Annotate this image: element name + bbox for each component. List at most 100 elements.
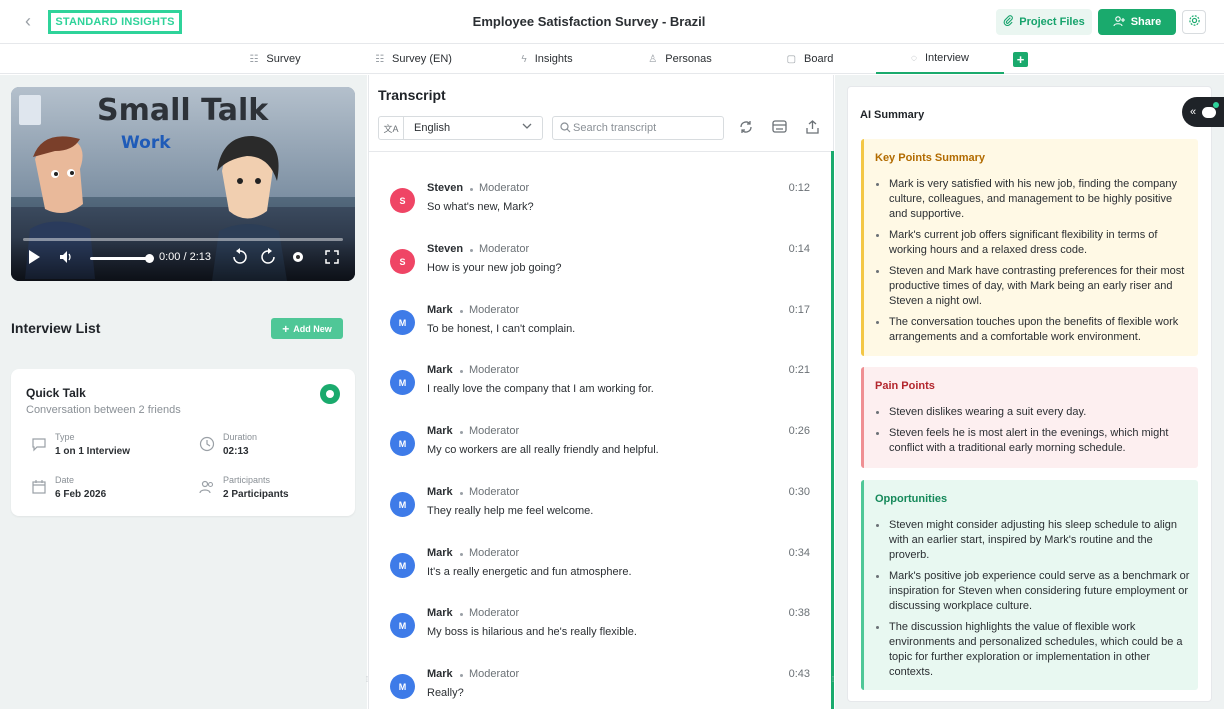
fullscreen-icon[interactable] (325, 250, 339, 267)
users-icon (199, 479, 215, 495)
project-files-label: Project Files (1019, 16, 1085, 28)
separator-dot (470, 249, 473, 252)
transcript-message[interactable]: M Mark Moderator 0:21 I really love the comp… (390, 364, 810, 414)
ai-summary-card: AI Summary Key Points Summary Mark is ve… (847, 86, 1212, 702)
timestamp[interactable]: 0:14 (789, 243, 810, 255)
tab-label: Board (804, 53, 834, 65)
notification-dot (1213, 102, 1219, 108)
project-files-button[interactable]: Project Files (996, 9, 1092, 35)
search-icon (560, 122, 571, 133)
share-button[interactable]: Share (1098, 9, 1176, 35)
transcript-message[interactable]: S Steven Moderator 0:14 How is your new job … (390, 243, 810, 293)
tab-board[interactable]: ▢ Board (780, 44, 840, 74)
date-value: 6 Feb 2026 (55, 489, 107, 500)
speaker-name: Mark (427, 425, 453, 437)
separator-dot (460, 492, 463, 495)
tab-personas[interactable]: ♙ Personas (640, 44, 720, 74)
key-points-heading: Key Points Summary (875, 152, 986, 164)
video-player[interactable]: Small Talk Work 0:00 / 2:13 (11, 87, 355, 281)
pain-points-list: Steven dislikes wearing a suit every day… (875, 405, 1193, 462)
ai-assistant-toggle[interactable]: « (1182, 97, 1224, 127)
language-select[interactable]: 文A English (378, 116, 543, 140)
page-title: Employee Satisfaction Survey - Brazil (472, 14, 706, 29)
speaker-role: Moderator (469, 547, 520, 559)
speaker-name: Mark (427, 486, 453, 498)
interview-card[interactable]: Quick Talk Conversation between 2 friend… (11, 369, 355, 516)
sparkle-icon: ϟ (521, 53, 527, 65)
tab-survey[interactable]: ☷ Survey (240, 44, 310, 74)
timestamp[interactable]: 0:12 (789, 182, 810, 194)
captions-button[interactable] (770, 119, 788, 137)
board-icon: ▢ (786, 53, 797, 65)
chat-bubble-icon (31, 436, 47, 452)
avatar: M (390, 492, 415, 517)
participants-value: 2 Participants (223, 489, 289, 500)
timestamp[interactable]: 0:21 (789, 364, 810, 376)
interview-title: Quick Talk (26, 386, 86, 400)
settings-gear-icon[interactable] (291, 250, 305, 267)
scrollbar[interactable] (831, 151, 834, 709)
search-input[interactable] (573, 120, 718, 136)
transcript-message[interactable]: S Steven Moderator 0:12 So what's new, Mark? (390, 182, 810, 232)
volume-icon[interactable] (59, 250, 75, 267)
volume-slider[interactable] (90, 254, 154, 263)
avatar: M (390, 613, 415, 638)
translate-icon: 文A (379, 117, 404, 139)
add-tab-button[interactable]: + (1013, 52, 1028, 67)
date-label: Date (55, 475, 75, 485)
volume-knob[interactable] (145, 254, 154, 263)
transcript-message[interactable]: M Mark Moderator 0:34 It's a really energeti… (390, 547, 810, 597)
transcript-message[interactable]: M Mark Moderator 0:17 To be honest, I can't … (390, 304, 810, 354)
top-bar: ‹ STANDARD INSIGHTS Employee Satisfactio… (0, 0, 1224, 44)
avatar: M (390, 310, 415, 335)
message-text: Really? (427, 687, 464, 699)
message-text: How is your new job going? (427, 262, 562, 274)
refresh-button[interactable] (737, 119, 755, 137)
play-icon[interactable] (27, 249, 41, 268)
transcript-message[interactable]: M Mark Moderator 0:43 Really? (390, 668, 810, 709)
timestamp[interactable]: 0:38 (789, 607, 810, 619)
video-progress-bar[interactable] (23, 238, 343, 241)
clock-icon (199, 436, 215, 452)
add-new-button[interactable]: + Add New (271, 318, 343, 339)
tab-insights[interactable]: ϟ Insights (512, 44, 582, 74)
avatar: S (390, 188, 415, 213)
message-text: So what's new, Mark? (427, 201, 534, 213)
summary-bullet: The discussion highlights the value of f… (875, 620, 1193, 680)
tab-survey-en[interactable]: ☷ Survey (EN) (366, 44, 461, 74)
type-value: 1 on 1 Interview (55, 446, 131, 457)
timestamp[interactable]: 0:43 (789, 668, 810, 680)
type-label: Type (55, 432, 75, 442)
user-plus-icon (1113, 15, 1125, 30)
rewind-10-icon[interactable] (231, 248, 249, 269)
timestamp[interactable]: 0:17 (789, 304, 810, 316)
left-panel: Small Talk Work 0:00 / 2:13 Interview Li… (0, 75, 368, 709)
timestamp[interactable]: 0:34 (789, 547, 810, 559)
tab-label: Personas (665, 53, 712, 65)
settings-button[interactable] (1182, 10, 1206, 34)
transcript-title: Transcript (378, 87, 446, 103)
message-text: My boss is hilarious and he's really fle… (427, 626, 637, 638)
ai-summary-title: AI Summary (860, 109, 925, 121)
list-icon: ☷ (375, 53, 385, 65)
timestamp[interactable]: 0:30 (789, 486, 810, 498)
tab-interview[interactable]: ◌ Interview (876, 44, 1004, 74)
transcript-message[interactable]: M Mark Moderator 0:30 They really help me fe… (390, 486, 810, 536)
transcript-message[interactable]: M Mark Moderator 0:38 My boss is hilarious a… (390, 607, 810, 657)
forward-10-icon[interactable] (259, 248, 277, 269)
message-text: To be honest, I can't complain. (427, 323, 576, 335)
export-button[interactable] (803, 119, 821, 137)
status-indicator-icon (320, 384, 340, 404)
pain-points-box: Pain Points Steven dislikes wearing a su… (861, 367, 1198, 468)
transcript-message[interactable]: M Mark Moderator 0:26 My co workers are all … (390, 425, 810, 475)
add-new-label: Add New (293, 323, 332, 334)
speaker-name: Mark (427, 364, 453, 376)
participants-label: Participants (223, 475, 271, 485)
speaker-name: Steven (427, 182, 464, 194)
timestamp[interactable]: 0:26 (789, 425, 810, 437)
summary-panel: AI Summary Key Points Summary Mark is ve… (835, 75, 1224, 709)
speaker-role: Moderator (469, 668, 520, 680)
speaker-name: Mark (427, 668, 453, 680)
back-arrow-icon[interactable]: ‹ (18, 11, 38, 31)
list-icon: ☷ (249, 53, 259, 65)
